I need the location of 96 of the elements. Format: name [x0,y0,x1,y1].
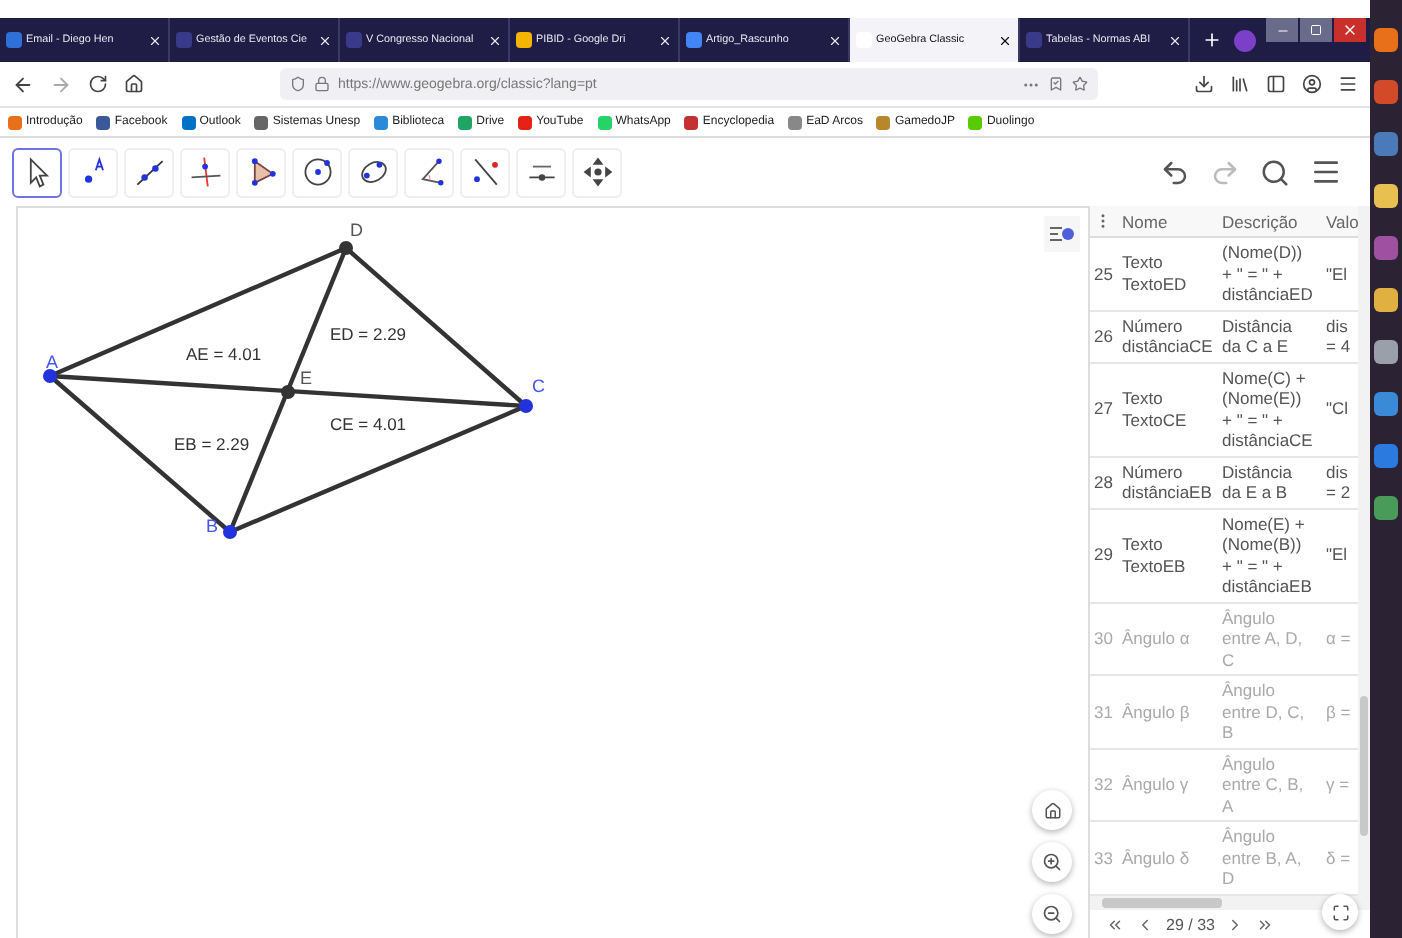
point[interactable] [519,399,533,413]
zoom-in-button[interactable] [1032,842,1072,882]
bookmark-icon[interactable] [1048,76,1064,92]
lock-icon [314,76,330,92]
app-icon[interactable] [1374,444,1398,468]
undo-icon[interactable] [1160,157,1190,187]
sidebar-icon[interactable] [1266,74,1286,94]
previous-page-icon[interactable] [1136,915,1154,933]
row-number: 29 [1090,509,1118,603]
table-cell: Ângulo γ [1118,749,1218,822]
table-cell: (Nome(D)) + " = " + distânciaED [1218,238,1322,311]
table-cell: Ângulo entre D, C, B [1218,676,1322,749]
app-icon[interactable] [1374,28,1398,52]
move-arrows-icon [579,154,615,190]
row-number: 32 [1090,749,1118,822]
app-icon[interactable] [1374,496,1398,520]
favicon-icon [516,32,532,48]
style-bar-icon [1048,222,1076,246]
length-label: AE = 4.01 [186,344,262,364]
table-cell: Texto TextoEB [1118,509,1218,603]
page-counter: 29 / 33 [1166,915,1215,933]
point[interactable] [223,525,237,539]
close-icon[interactable] [998,33,1012,47]
point[interactable] [339,241,353,255]
table-cell: Nome(E) + (Nome(B)) + " = " + distânciaEB [1218,509,1322,603]
zoom-in-icon [1042,852,1062,872]
scrollbar-thumb[interactable] [1360,696,1368,836]
reload-icon[interactable] [88,74,108,94]
zoom-out-button[interactable] [1032,894,1072,934]
table-cell: Número distânciaEB [1118,457,1218,509]
table-cell: Ângulo α [1118,603,1218,676]
table-cell: Ângulo entre A, D, C [1218,603,1322,676]
table-cell: Ângulo β [1118,676,1218,749]
point[interactable] [281,385,295,399]
perpendicular-lines-icon [187,154,223,190]
favicon-icon [6,32,22,48]
fullscreen-button[interactable] [1322,894,1358,930]
length-label: ED = 2.29 [330,324,407,344]
close-button[interactable] [1334,18,1366,42]
maximize-icon [1310,24,1322,36]
length-label: CE = 4.01 [330,414,407,434]
row-number: 26 [1090,311,1118,363]
favicon-icon [176,32,192,48]
table-cell: Distância da C a E [1218,311,1322,363]
zoom-out-icon [1042,904,1062,924]
row-number: 25 [1090,238,1118,311]
point-label: D [350,220,363,240]
search-icon[interactable] [1260,157,1290,187]
tool-button[interactable] [12,147,62,197]
row-number: 31 [1090,676,1118,749]
column-header[interactable]: Descrição [1218,206,1322,238]
style-bar-toggle[interactable] [1044,216,1080,252]
close-icon [1342,22,1358,38]
home-view-button[interactable] [1032,790,1072,830]
account-icon[interactable] [1302,74,1322,94]
favicon-icon [1026,32,1042,48]
length-label: EB = 2.29 [174,434,250,454]
profile-avatar[interactable] [1234,29,1256,51]
download-icon[interactable] [1194,74,1214,94]
maximize-button[interactable] [1300,18,1332,42]
library-icon[interactable] [1230,74,1250,94]
row-number: 27 [1090,363,1118,457]
favicon-icon [686,32,702,48]
scrollbar-thumb[interactable] [1102,898,1222,908]
row-number: 30 [1090,603,1118,676]
point-label: C [532,376,545,396]
favicon-icon [346,32,362,48]
point-label: B [206,516,219,536]
point-label: E [300,368,313,388]
table-cell: Ângulo entre C, B, A [1218,749,1322,822]
point-label: A [46,352,59,372]
table-cell: Distância da E a B [1218,457,1322,509]
row-number: 28 [1090,457,1118,509]
point[interactable] [43,369,57,383]
table-cell: Texto TextoCE [1118,363,1218,457]
column-header[interactable]: Nome [1118,206,1218,238]
star-icon[interactable] [1072,76,1088,92]
circle-icon [299,154,335,190]
fullscreen-icon [1331,903,1349,921]
home-icon [1043,801,1061,819]
back-icon[interactable] [12,73,34,95]
home-icon[interactable] [124,74,144,94]
app-icon[interactable] [1374,184,1398,208]
app-icon[interactable] [1374,340,1398,364]
new-tab-icon[interactable] [1202,30,1222,50]
app-icon[interactable] [1374,392,1398,416]
shield-icon [290,76,306,92]
table-cell: Número distânciaCE [1118,311,1218,363]
table-cell: Nome(C) + (Nome(E)) + " = " + distânciaCE [1218,363,1322,457]
column-header[interactable]: Valo [1322,206,1358,238]
last-page-icon[interactable] [1256,915,1275,933]
table-cell: Texto TextoED [1118,238,1218,311]
first-page-icon[interactable] [1106,915,1124,933]
menu-icon[interactable] [1310,156,1342,188]
app-icon[interactable] [1374,288,1398,312]
menu-icon[interactable] [1338,74,1358,94]
